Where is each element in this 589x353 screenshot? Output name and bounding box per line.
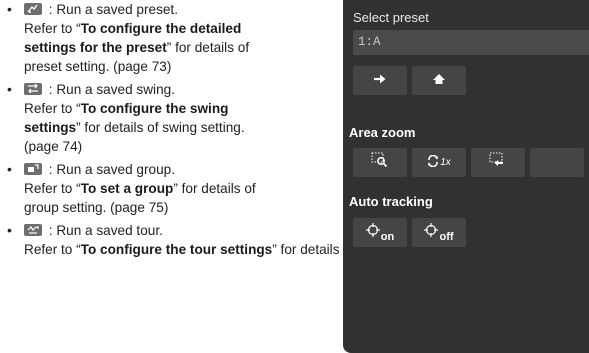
tour-icon	[24, 224, 42, 236]
tracking-off-label: off	[439, 230, 454, 243]
auto-tracking-title: Auto tracking	[349, 194, 433, 209]
link-text: settings	[24, 120, 77, 135]
home-button[interactable]	[412, 66, 466, 95]
tracking-on-label: on	[380, 230, 395, 243]
item-text: : Run a saved group.	[45, 162, 175, 177]
bullet-dot: •	[7, 1, 12, 17]
item-text: : Run a saved tour.	[45, 223, 163, 238]
crosshair-icon	[424, 223, 439, 242]
bullet-dot: •	[7, 161, 12, 177]
zoom-reset-icon	[427, 154, 439, 172]
group-icon	[24, 163, 42, 175]
arrow-right-icon	[373, 72, 387, 90]
tracking-on-button[interactable]: on	[353, 218, 407, 247]
run-preset-button[interactable]	[353, 66, 407, 95]
item-text: : Run a saved preset.	[45, 2, 178, 17]
ptz-control-panel: Select preset 1:A Area zoom 1x Auto trac…	[343, 0, 589, 353]
item-text: : Run a saved swing.	[45, 82, 175, 97]
bullet-dot: •	[7, 81, 12, 97]
home-icon	[432, 72, 446, 90]
zoom-1x-button[interactable]: 1x	[412, 148, 466, 177]
zoom-1x-label: 1x	[440, 157, 451, 168]
link-text: To set a group	[80, 181, 174, 196]
area-zoom-title: Area zoom	[349, 125, 416, 140]
area-zoom-button[interactable]	[353, 148, 407, 177]
select-preset-label: Select preset	[353, 10, 429, 25]
bullet-dot: •	[7, 222, 12, 238]
area-zoom-extra-button[interactable]	[530, 148, 584, 177]
link-text: To configure the tour settings	[80, 242, 273, 257]
zoom-out-area-icon	[489, 152, 507, 173]
link-text: To configure the swing	[80, 101, 229, 116]
preset-icon	[24, 3, 42, 15]
swing-icon	[24, 83, 42, 95]
tracking-off-button[interactable]: off	[412, 218, 466, 247]
crosshair-icon	[365, 223, 380, 242]
link-text: To configure the detailed	[80, 21, 242, 36]
zoom-area-icon	[371, 152, 389, 173]
preset-select[interactable]: 1:A	[353, 30, 589, 55]
link-text: settings for the preset	[24, 40, 167, 55]
zoom-out-area-button[interactable]	[471, 148, 525, 177]
